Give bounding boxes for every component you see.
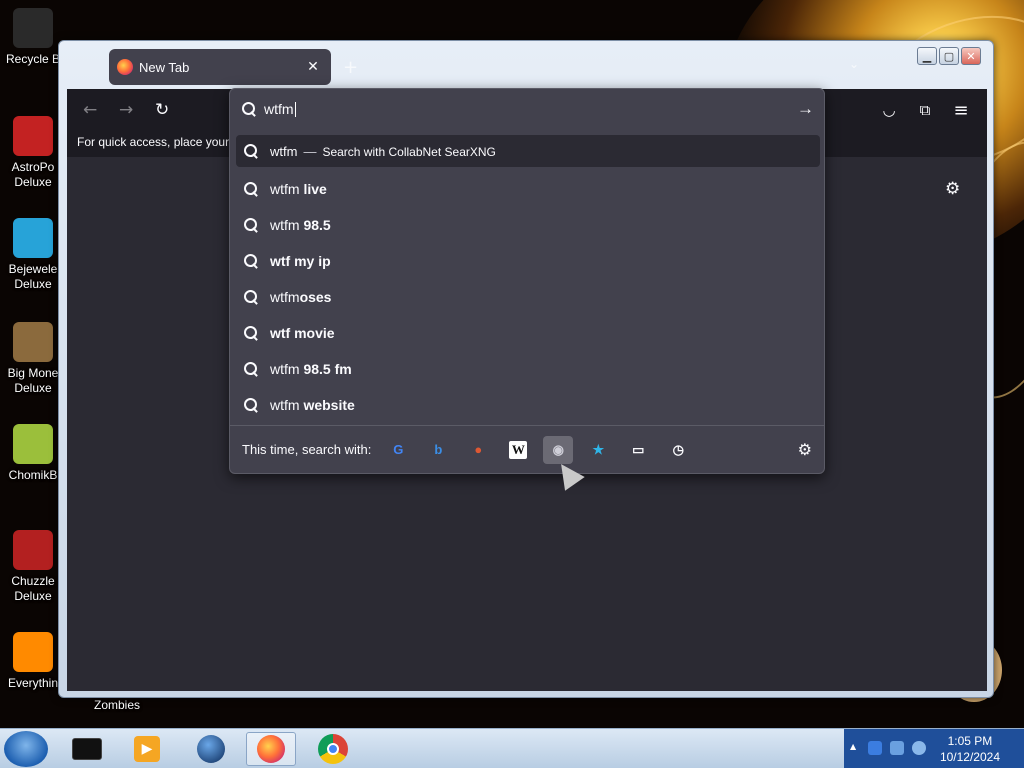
system-tray: ▲ 1:05 PM 10/12/2024 — [844, 729, 1024, 768]
suggestion-prefix: wtfm — [270, 181, 304, 197]
bing-engine-icon[interactable]: b — [423, 436, 453, 464]
suggestion-completion: website — [303, 397, 355, 413]
urlbar-input-row[interactable]: wtfm → — [230, 89, 824, 129]
taskbar-item-black-box[interactable] — [62, 732, 112, 766]
search-icon — [244, 254, 258, 268]
desktop-app-icon — [13, 530, 53, 570]
clock-time: 1:05 PM — [947, 734, 993, 748]
search-icon — [244, 218, 258, 232]
bookmarks-empty-text: For quick access, place your — [77, 135, 230, 149]
list-all-tabs-button[interactable]: ⌄ — [849, 57, 859, 71]
suggestions: wtfm live wtfm 98.5 wtf my ip wtfmoses wtf m… — [236, 171, 820, 423]
desktop-app-icon — [13, 632, 53, 672]
suggestion-prefix: wtfm — [270, 361, 304, 377]
suggestion-row[interactable]: wtfm 98.5 — [236, 207, 820, 243]
desktop-app-icon — [13, 322, 53, 362]
go-arrow-icon[interactable]: → — [797, 99, 814, 119]
taskbar-item-globe[interactable] — [186, 732, 236, 766]
minimize-button[interactable]: ▁ — [917, 47, 937, 65]
wikipedia-engine-icon[interactable]: W — [509, 440, 528, 459]
suggestion-prefix: wtfm — [270, 397, 304, 413]
close-window-button[interactable]: ✕ — [961, 47, 981, 65]
globe-icon — [197, 735, 225, 763]
suggestion-completion: oses — [299, 289, 332, 305]
new-tab-button[interactable]: + — [343, 57, 358, 78]
desktop-icon-label: Zombies — [93, 698, 140, 712]
row-action: Search with CollabNet SearXNG — [322, 144, 496, 159]
one-off-label: This time, search with: — [242, 442, 372, 457]
tab-title: New Tab — [139, 59, 190, 75]
search-icon — [244, 144, 258, 158]
search-settings-gear-icon[interactable]: ⚙ — [798, 440, 812, 460]
search-icon — [244, 398, 258, 412]
suggestion-row[interactable]: wtfm live — [236, 171, 820, 207]
bookmarks-engine-icon[interactable]: ★ — [583, 436, 613, 464]
suggestion-row[interactable]: wtfm 98.5 fm — [236, 351, 820, 387]
desktop-app-icon — [13, 424, 53, 464]
one-off-search-bar: This time, search with: Gb ● W ◉ ★ ▭ ◷ ⚙ — [230, 425, 824, 473]
desktop-app-icon — [13, 8, 53, 48]
suggestion-prefix: wtfm — [270, 289, 300, 305]
engine-buttons: Gb ● W ◉ ★ ▭ ◷ — [383, 435, 703, 464]
desktop-app-icon — [13, 218, 53, 258]
suggestion-list: wtfm — Search with CollabNet SearXNG wtfm … — [236, 135, 820, 423]
reload-button[interactable]: ↻ — [155, 100, 169, 120]
urlbar-dropdown: wtfm → wtfm — Search with CollabNet SearXN… — [229, 88, 825, 474]
search-icon — [244, 362, 258, 376]
suggestion-completion: live — [303, 181, 327, 197]
search-with-engine-row[interactable]: wtfm — Search with CollabNet SearXNG — [236, 135, 820, 167]
search-icon — [242, 102, 256, 116]
firefox-icon — [117, 59, 133, 75]
extensions-icon[interactable]: ⧉ — [913, 98, 937, 122]
tray-app-icon[interactable] — [868, 741, 882, 755]
duckduckgo-engine-icon[interactable]: ● — [463, 436, 493, 464]
suggestion-row[interactable]: wtf movie — [236, 315, 820, 351]
volume-icon[interactable] — [912, 741, 926, 755]
row-query: wtfm — [270, 143, 298, 159]
media-player-icon: ▶ — [134, 736, 160, 762]
tabs-engine-icon[interactable]: ▭ — [623, 436, 653, 464]
suggestion-prefix: wtfm — [270, 217, 304, 233]
forward-button[interactable]: → — [119, 100, 133, 120]
clock[interactable]: 1:05 PM 10/12/2024 — [940, 733, 1000, 765]
search-icon — [244, 182, 258, 196]
row-dash: — — [303, 143, 317, 159]
black-box-icon — [72, 738, 102, 760]
taskbar-item-chrome[interactable] — [308, 732, 358, 766]
network-icon[interactable] — [890, 741, 904, 755]
taskbar-item-firefox[interactable] — [246, 732, 296, 766]
desktop: Recycle B AstroPo Deluxe Bejewele Deluxe Bi… — [0, 0, 1024, 728]
clock-date: 10/12/2024 — [939, 750, 1000, 764]
tab-close-icon[interactable]: ✕ — [303, 57, 323, 77]
back-button[interactable]: ← — [83, 100, 97, 120]
pocket-icon[interactable]: ◡ — [877, 98, 901, 122]
maximize-button[interactable]: ▢ — [939, 47, 959, 65]
taskbar: ▶ ▲ 1:05 PM 10/12/2024 — [0, 728, 1024, 768]
desktop-app-icon — [13, 116, 53, 156]
firefox-icon — [257, 735, 285, 763]
suggestion-row[interactable]: wtfmoses — [236, 279, 820, 315]
search-icon — [244, 326, 258, 340]
urlbar-input[interactable]: wtfm — [264, 101, 296, 118]
suggestion-row[interactable]: wtf my ip — [236, 243, 820, 279]
start-button[interactable] — [4, 731, 48, 767]
google-engine-icon[interactable]: G — [383, 436, 413, 464]
desktop-icon-zombies[interactable]: Zombies — [80, 698, 154, 713]
taskbar-item-media-player[interactable]: ▶ — [122, 732, 172, 766]
window-controls: ▁ ▢ ✕ — [917, 47, 981, 65]
chrome-icon — [318, 734, 348, 764]
suggestion-completion: 98.5 fm — [303, 361, 352, 377]
ntp-settings-gear-icon[interactable]: ⚙ — [945, 179, 960, 199]
tray-overflow-icon[interactable]: ▲ — [850, 742, 856, 751]
suggestion-completion: wtf my ip — [270, 253, 331, 269]
suggestion-completion: wtf movie — [270, 325, 335, 341]
app-menu-button[interactable]: ≡ — [949, 98, 973, 122]
suggestion-row[interactable]: wtfm website — [236, 387, 820, 423]
tab-new-tab[interactable]: New Tab ✕ — [109, 49, 331, 85]
search-icon — [244, 290, 258, 304]
history-engine-icon[interactable]: ◷ — [663, 436, 693, 464]
suggestion-completion: 98.5 — [303, 217, 331, 233]
